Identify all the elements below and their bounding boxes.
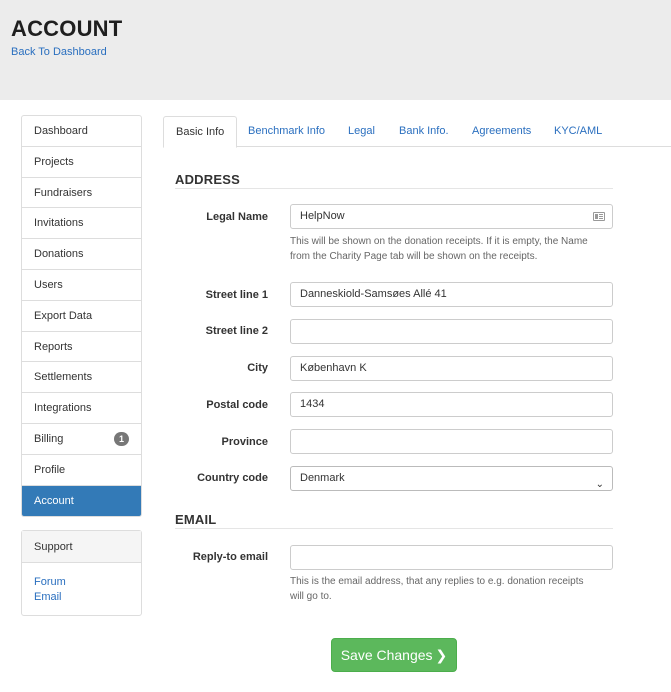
sidebar-item-label: Dashboard [34, 125, 88, 137]
sidebar-item-label: Donations [34, 248, 84, 261]
sidebar-item-fundraisers[interactable]: Fundraisers [22, 178, 141, 209]
sidebar-item-profile[interactable]: Profile [22, 455, 141, 486]
tab-benchmark-info[interactable]: Benchmark Info [248, 116, 325, 147]
sidebar-item-label: Billing [34, 432, 64, 445]
email-section-title: EMAIL [175, 512, 217, 527]
province-label: Province [221, 436, 268, 448]
legal-name-help-line: This will be shown on the donation recei… [290, 236, 588, 247]
sidebar-item-label: Fundraisers [34, 186, 93, 199]
street-line-1-input[interactable]: Danneskiold-Samsøes Allé 41 [290, 282, 613, 307]
support-heading: Support [22, 531, 141, 563]
address-section-title: ADDRESS [175, 172, 240, 187]
legal-name-help-line: from the Charity Page tab will be shown … [290, 251, 538, 262]
sidebar-item-label: Account [34, 494, 74, 507]
country-code-value: Denmark [300, 472, 345, 484]
reply-to-email-help-line: will go to. [290, 591, 332, 602]
sidebar-item-export-data[interactable]: Export Data [22, 301, 141, 332]
sidebar-nav: Dashboard Projects Fundraisers Invitatio… [21, 115, 142, 518]
chevron-down-icon: ⌄ [595, 479, 604, 490]
sidebar-item-billing[interactable]: Billing 1 [22, 424, 141, 455]
postal-code-label: Postal code [206, 399, 268, 411]
legal-name-value: HelpNow [300, 210, 345, 222]
sidebar-item-account[interactable]: Account [22, 485, 141, 517]
reply-to-email-input[interactable] [290, 545, 613, 570]
sidebar-item-projects[interactable]: Projects [22, 147, 141, 178]
email-link[interactable]: Email [22, 590, 141, 605]
city-input[interactable]: København K [290, 356, 613, 381]
sidebar-item-label: Settlements [34, 371, 93, 384]
street-line-1-label: Street line 1 [205, 289, 268, 301]
reply-to-email-help: This is the email address, that any repl… [290, 574, 620, 604]
sidebar-item-integrations[interactable]: Integrations [22, 393, 141, 424]
address-divider [175, 188, 613, 189]
sidebar-item-label: Profile [34, 463, 66, 476]
sidebar-item-label: Projects [34, 155, 74, 168]
sidebar-item-label: Reports [34, 340, 73, 353]
tab-agreements[interactable]: Agreements [472, 116, 531, 147]
support-panel: Support Forum Email [21, 530, 142, 616]
tab-bank-info[interactable]: Bank Info. [399, 116, 449, 147]
sidebar-item-donations[interactable]: Donations [22, 239, 141, 270]
save-changes-label: Save Changes [340, 647, 433, 663]
billing-count-badge: 1 [114, 431, 129, 446]
sidebar-item-dashboard[interactable]: Dashboard [22, 116, 141, 147]
save-changes-button[interactable]: Save Changes ❯ [331, 638, 457, 672]
legal-name-label: Legal Name [206, 211, 268, 223]
reply-to-email-help-line: This is the email address, that any repl… [290, 576, 584, 587]
sidebar-item-users[interactable]: Users [22, 270, 141, 301]
reply-to-email-label: Reply-to email [192, 551, 268, 563]
chevron-right-icon: ❯ [435, 647, 448, 663]
sidebar-item-label: Invitations [34, 217, 84, 230]
sidebar-item-settlements[interactable]: Settlements [22, 362, 141, 394]
page-title: ACCOUNT [11, 16, 123, 41]
city-value: København K [300, 362, 367, 374]
sidebar-item-label: Integrations [34, 402, 92, 415]
tab-kyc-aml[interactable]: KYC/AML [554, 116, 602, 147]
settings-tabs: Basic Info Benchmark Info Legal Bank Inf… [163, 116, 671, 148]
forum-link[interactable]: Forum [22, 575, 141, 590]
sidebar-item-label: Users [34, 278, 63, 291]
tab-basic-info[interactable]: Basic Info [163, 116, 238, 148]
street-line-1-value: Danneskiold-Samsøes Allé 41 [300, 288, 447, 300]
province-input[interactable] [290, 429, 613, 454]
postal-code-value: 1434 [300, 398, 325, 410]
page-header: ACCOUNT Back To Dashboard [0, 0, 671, 100]
sidebar-item-invitations[interactable]: Invitations [22, 208, 141, 240]
city-label: City [247, 362, 268, 374]
country-code-select[interactable]: Denmark ⌄ [290, 466, 613, 491]
tab-legal[interactable]: Legal [348, 116, 375, 147]
country-code-label: Country code [197, 472, 268, 484]
legal-name-input[interactable]: HelpNow [290, 204, 613, 229]
street-line-2-input[interactable] [290, 319, 613, 344]
sidebar-item-label: Export Data [34, 309, 93, 322]
email-divider [175, 528, 613, 529]
sidebar-item-reports[interactable]: Reports [22, 332, 141, 363]
street-line-2-label: Street line 2 [205, 325, 268, 337]
back-to-dashboard-link[interactable]: Back To Dashboard [11, 46, 107, 58]
id-card-icon[interactable] [593, 212, 605, 221]
legal-name-help: This will be shown on the donation recei… [290, 234, 620, 264]
postal-code-input[interactable]: 1434 [290, 392, 613, 417]
